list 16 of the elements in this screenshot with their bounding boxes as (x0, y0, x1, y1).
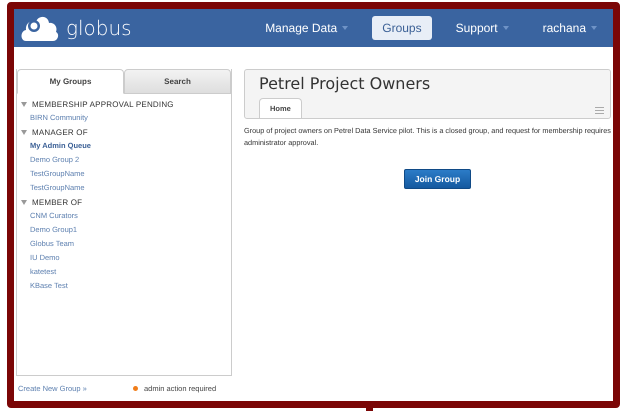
expand-triangle-icon[interactable] (21, 102, 27, 106)
section-heading: MANAGER OF (32, 128, 88, 136)
logo-text[interactable]: globus (66, 16, 132, 40)
sidebar-tab[interactable]: Search (124, 69, 231, 94)
expand-triangle-icon[interactable] (21, 130, 27, 134)
nav-link[interactable]: rachana (532, 16, 607, 40)
section-heading: MEMBER OF (32, 198, 82, 206)
join-group-button[interactable]: Join Group (404, 169, 472, 189)
section-heading: MEMBERSHIP APPROVAL PENDING (32, 100, 174, 108)
sidebar-tab[interactable]: My Groups (17, 69, 124, 94)
nav-link[interactable]: Groups (372, 16, 432, 40)
expand-triangle-icon[interactable] (21, 200, 27, 204)
group-title: Petrel Project Owners (259, 74, 432, 93)
nav-link[interactable]: Support (446, 16, 519, 40)
nav-link[interactable]: Manage Data (255, 16, 358, 40)
menu-icon[interactable] (595, 107, 604, 114)
